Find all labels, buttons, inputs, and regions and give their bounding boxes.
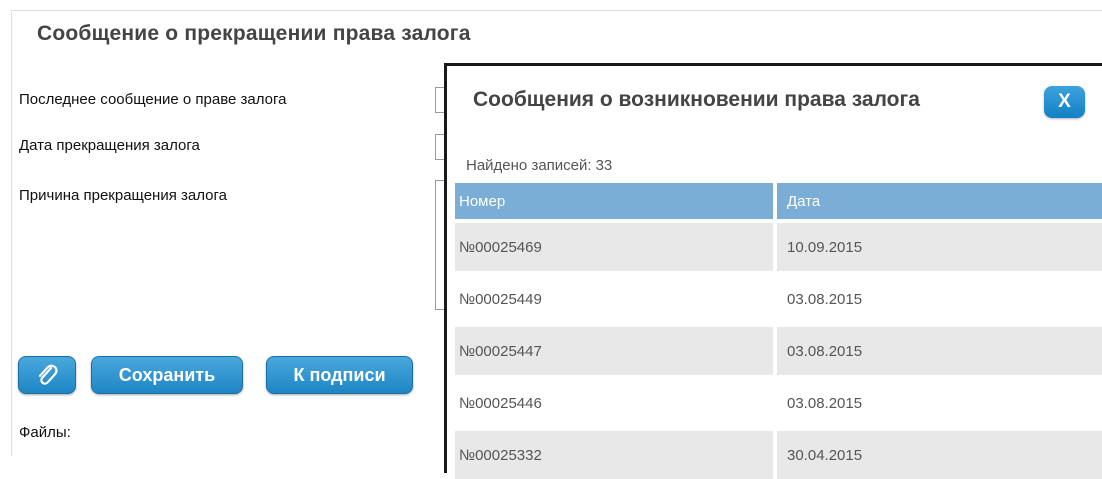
table-header: Номер Дата <box>455 183 1102 219</box>
table-row[interactable]: №00025449 03.08.2015 <box>455 275 1102 323</box>
row-number: №00025332 <box>455 431 777 479</box>
dialog-title: Сообщения о возникновении права залога <box>473 88 920 111</box>
paperclip-icon <box>38 364 58 385</box>
save-button[interactable]: Сохранить <box>91 356 243 394</box>
to-sign-button[interactable]: К подписи <box>266 356 413 394</box>
page-title: Сообщение о прекращении права залога <box>37 22 471 45</box>
close-button[interactable]: X <box>1044 86 1085 118</box>
files-label: Файлы: <box>19 424 71 441</box>
last-message-label: Последнее сообщение о праве залога <box>19 91 287 108</box>
row-number: №00025469 <box>455 223 777 271</box>
reason-label: Причина прекращения залога <box>19 187 227 204</box>
records-count-label: Найдено записей: <box>466 157 592 174</box>
row-date: 03.08.2015 <box>787 290 863 308</box>
column-header-number[interactable]: Номер <box>455 183 777 219</box>
table-row[interactable]: №00025469 10.09.2015 <box>455 223 1102 271</box>
row-date: 03.08.2015 <box>787 394 863 412</box>
pledge-messages-dialog: Сообщения о возникновении права залога X… <box>444 63 1102 479</box>
end-date-label: Дата прекращения залога <box>19 137 200 154</box>
messages-table: Номер Дата №00025469 10.09.2015 №0002544… <box>455 183 1102 479</box>
table-row[interactable]: №00025332 30.04.2015 <box>455 431 1102 479</box>
records-count: Найдено записей: 33 <box>466 157 612 174</box>
table-row[interactable]: №00025446 03.08.2015 <box>455 379 1102 427</box>
attach-file-button[interactable] <box>18 356 76 394</box>
row-date: 03.08.2015 <box>787 342 863 360</box>
row-number: №00025446 <box>455 379 777 427</box>
row-date: 10.09.2015 <box>787 238 863 256</box>
row-date: 30.04.2015 <box>787 446 863 464</box>
records-count-value: 33 <box>595 157 613 174</box>
table-row[interactable]: №00025447 03.08.2015 <box>455 327 1102 375</box>
row-number: №00025447 <box>455 327 777 375</box>
row-number: №00025449 <box>455 275 777 323</box>
column-header-date[interactable]: Дата <box>777 183 1102 219</box>
